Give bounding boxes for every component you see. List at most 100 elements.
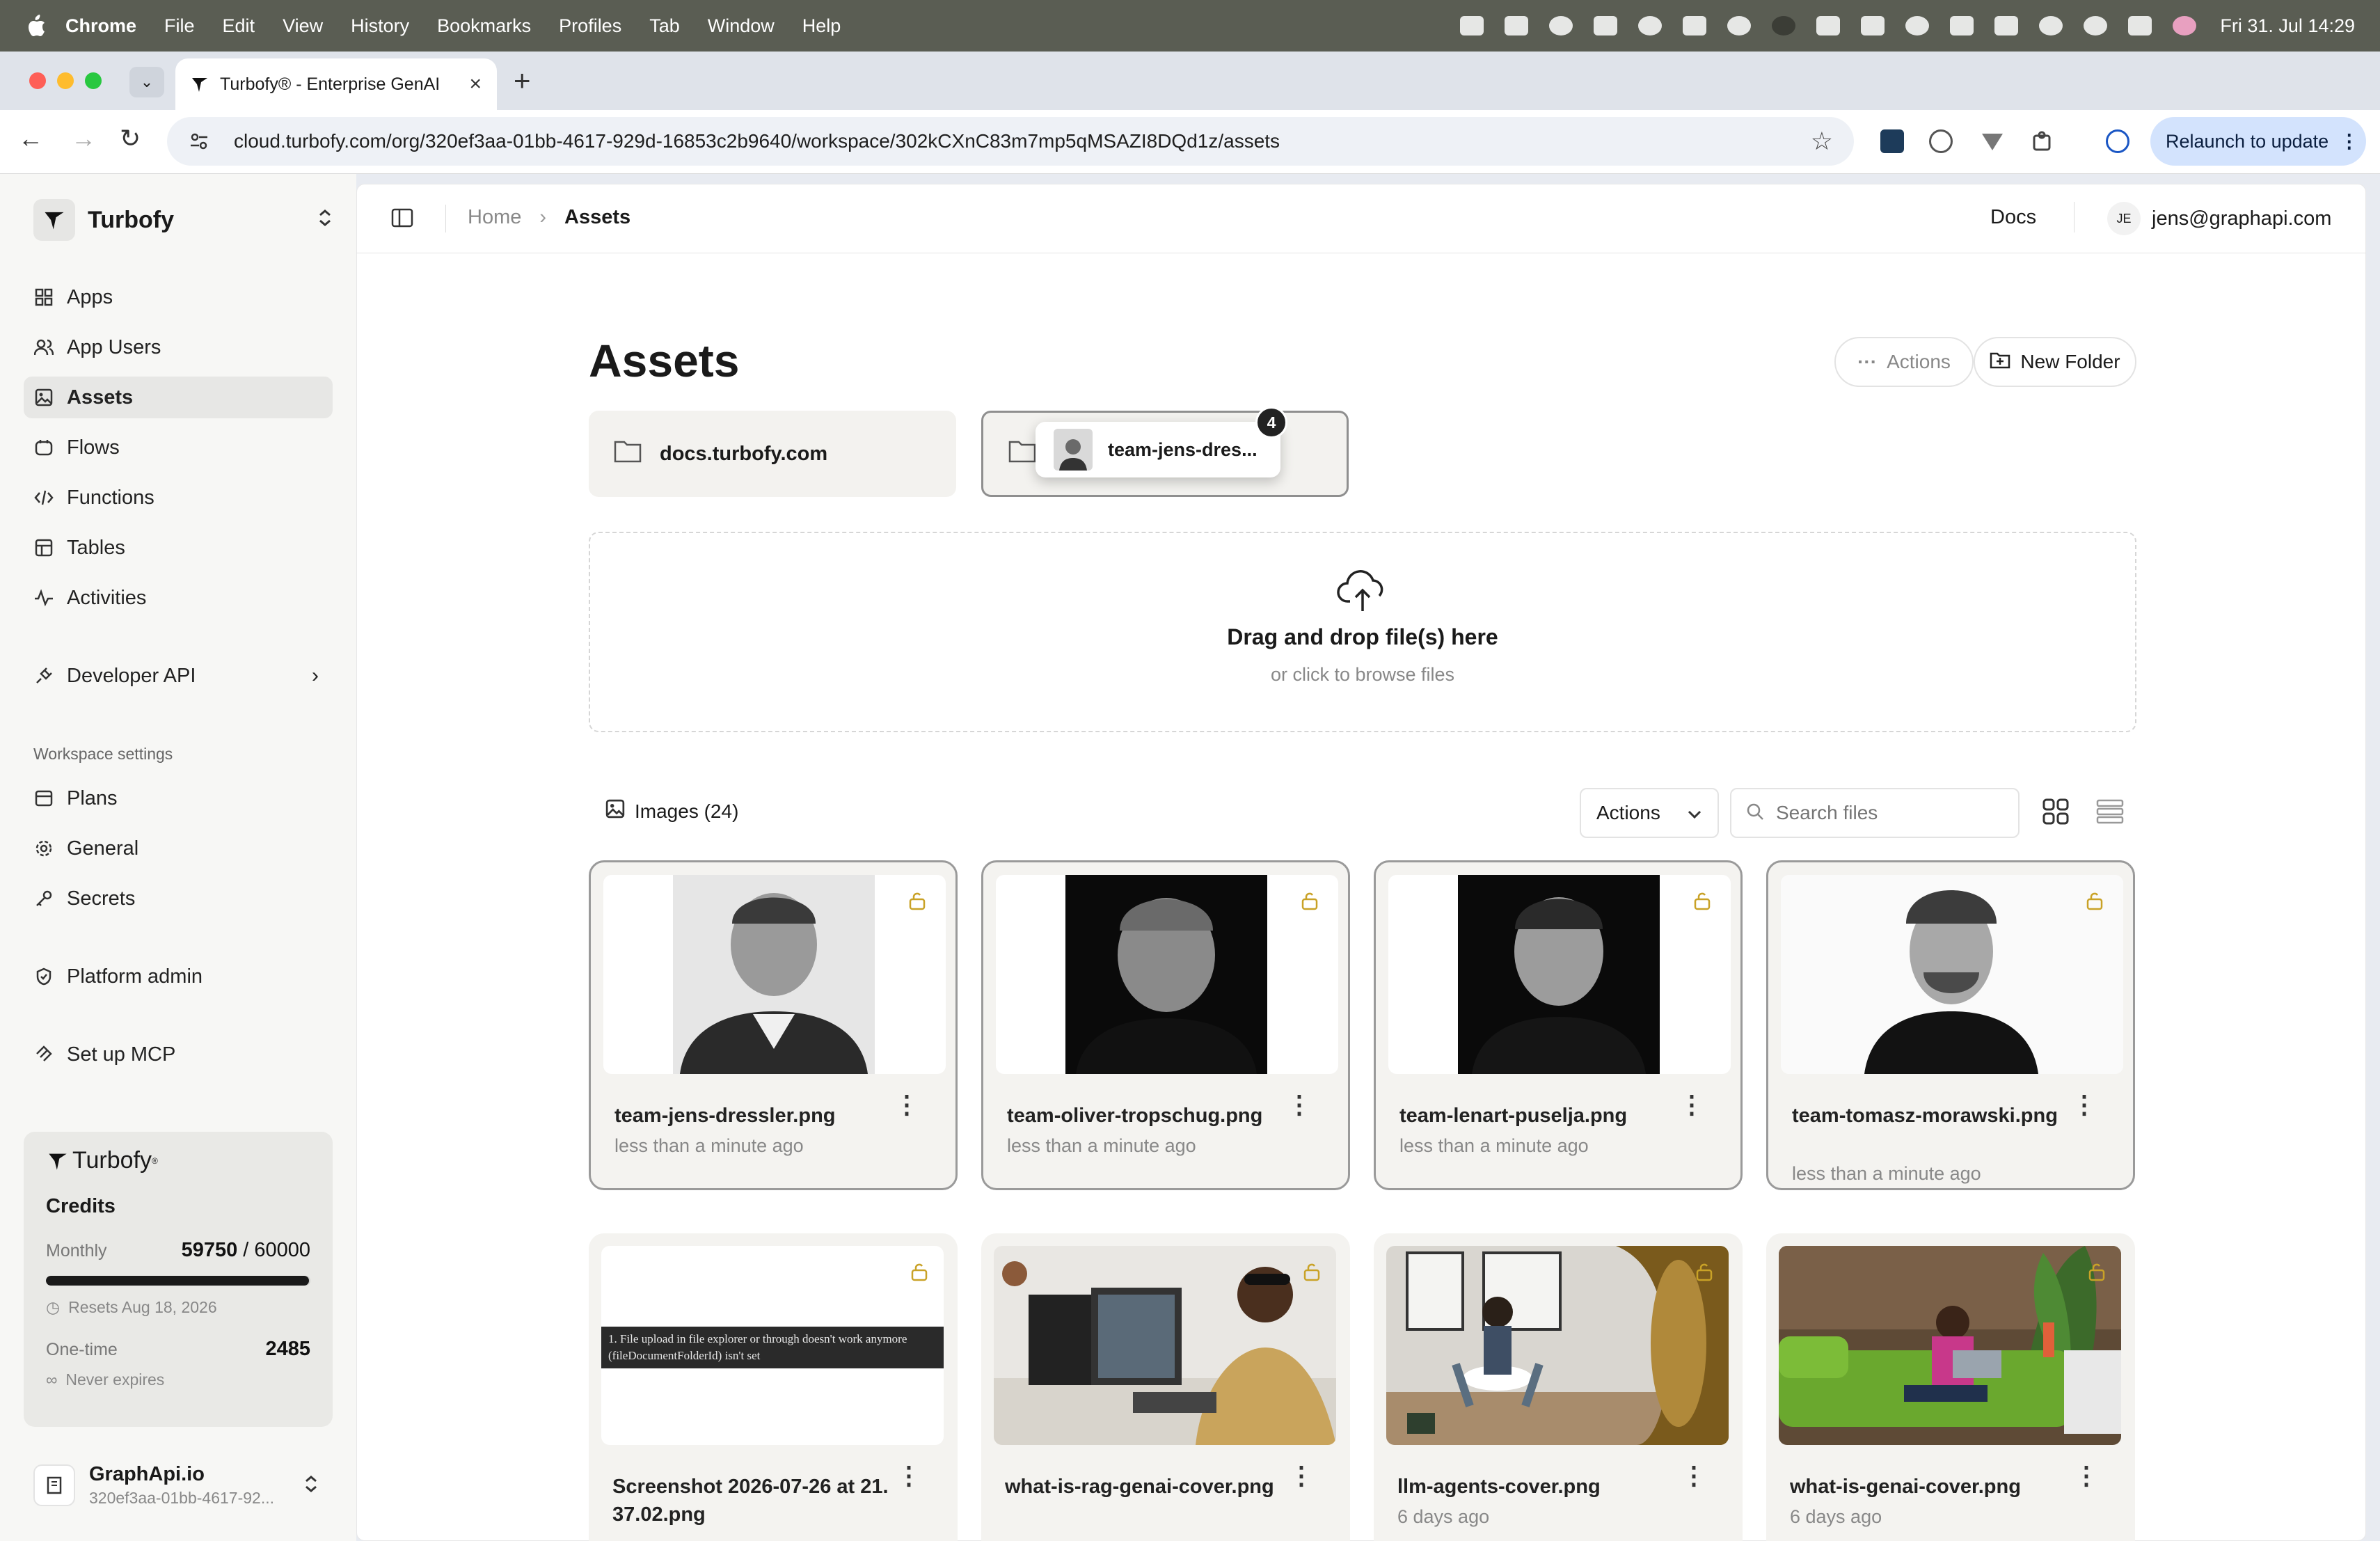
sidebar-item-general[interactable]: General bbox=[24, 828, 333, 869]
unlock-icon[interactable] bbox=[907, 890, 928, 911]
sidebar-item-setup-mcp[interactable]: Set up MCP bbox=[24, 1034, 333, 1075]
window-minimize-button[interactable] bbox=[57, 72, 74, 89]
spotlight-search-icon[interactable] bbox=[2084, 16, 2108, 35]
tab-search-button[interactable]: ⌄ bbox=[129, 67, 164, 97]
tray-dark-icon[interactable] bbox=[1772, 16, 1796, 35]
tray-split-icon[interactable] bbox=[1816, 16, 1841, 35]
user-menu[interactable]: JE jens@graphapi.com bbox=[2107, 202, 2331, 235]
menu-profiles[interactable]: Profiles bbox=[559, 15, 621, 37]
file-card[interactable]: team-tomasz-morawski.png less than a min… bbox=[1766, 860, 2135, 1190]
search-files-field[interactable] bbox=[1730, 788, 2020, 838]
sidebar-item-plans[interactable]: Plans bbox=[24, 777, 333, 819]
sidebar-item-functions[interactable]: Functions bbox=[24, 477, 333, 519]
toggle-sidebar-icon[interactable] bbox=[391, 207, 413, 232]
sidebar-item-apps[interactable]: Apps bbox=[24, 276, 333, 318]
menu-tab[interactable]: Tab bbox=[649, 15, 680, 37]
unlock-icon[interactable] bbox=[2086, 1261, 2107, 1282]
bookmark-star-icon[interactable]: ☆ bbox=[1811, 127, 1833, 156]
menu-bookmarks[interactable]: Bookmarks bbox=[437, 15, 531, 37]
grid-view-icon[interactable] bbox=[2042, 798, 2070, 829]
sidebar-item-platform-admin[interactable]: Platform admin bbox=[24, 956, 333, 997]
new-tab-button[interactable]: + bbox=[514, 64, 531, 97]
file-card[interactable]: llm-agents-cover.png 6 days ago ⋮ bbox=[1374, 1233, 1743, 1541]
back-icon[interactable]: ← bbox=[18, 124, 43, 153]
unlock-icon[interactable] bbox=[1299, 890, 1320, 911]
file-card[interactable]: what-is-genai-cover.png 6 days ago ⋮ bbox=[1766, 1233, 2135, 1541]
unlock-icon[interactable] bbox=[1301, 1261, 1322, 1282]
menu-edit[interactable]: Edit bbox=[223, 15, 255, 37]
more-vertical-icon[interactable]: ⋮ bbox=[896, 1463, 921, 1488]
more-vertical-icon[interactable]: ⋮ bbox=[2074, 1463, 2099, 1488]
more-vertical-icon[interactable]: ⋮ bbox=[1679, 1092, 1704, 1117]
actions-button[interactable]: ··· Actions bbox=[1834, 337, 1974, 387]
tray-meter-icon[interactable] bbox=[1994, 16, 2019, 35]
menu-history[interactable]: History bbox=[351, 15, 409, 37]
wifi-icon[interactable] bbox=[1905, 16, 1930, 35]
tray-openai-icon[interactable] bbox=[1638, 16, 1663, 35]
tray-box-icon[interactable] bbox=[1505, 16, 1529, 35]
site-info-icon[interactable] bbox=[188, 130, 210, 152]
forward-icon[interactable]: → bbox=[71, 124, 96, 153]
more-vertical-icon[interactable]: ⋮ bbox=[1289, 1463, 1314, 1488]
actions-select[interactable]: Actions bbox=[1580, 788, 1719, 838]
apple-icon[interactable] bbox=[26, 15, 47, 36]
tray-drive-icon[interactable] bbox=[1460, 16, 1484, 35]
menu-help[interactable]: Help bbox=[802, 15, 841, 37]
battery-icon[interactable] bbox=[1861, 16, 1885, 35]
breadcrumb-home[interactable]: Home bbox=[468, 206, 521, 229]
file-card[interactable]: 1. File upload in file explorer or throu… bbox=[589, 1233, 958, 1541]
unlock-icon[interactable] bbox=[1692, 890, 1713, 911]
unlock-icon[interactable] bbox=[2084, 890, 2105, 911]
menu-app-name[interactable]: Chrome bbox=[65, 15, 136, 37]
file-card[interactable]: what-is-rag-genai-cover.png ⋮ bbox=[981, 1233, 1350, 1541]
url-text[interactable]: cloud.turbofy.com/org/320ef3aa-01bb-4617… bbox=[234, 130, 1811, 152]
tab-close-icon[interactable]: × bbox=[469, 72, 482, 96]
menu-file[interactable]: File bbox=[164, 15, 195, 37]
sidebar-item-flows[interactable]: Flows bbox=[24, 427, 333, 468]
menu-view[interactable]: View bbox=[283, 15, 323, 37]
extensions-puzzle-icon[interactable] bbox=[2031, 129, 2054, 153]
extension-a-icon[interactable] bbox=[1929, 129, 1953, 153]
file-card[interactable]: team-oliver-tropschug.png less than a mi… bbox=[981, 860, 1350, 1190]
sidebar-item-assets[interactable]: Assets bbox=[24, 377, 333, 418]
workspace-switcher[interactable]: GraphApi.io 320ef3aa-01bb-4617-92... bbox=[24, 1452, 333, 1519]
extension-react-icon[interactable] bbox=[1880, 129, 1904, 153]
extension-vue-icon[interactable] bbox=[1981, 129, 2004, 153]
window-close-button[interactable] bbox=[29, 72, 46, 89]
tray-clock-icon[interactable] bbox=[2039, 16, 2063, 35]
tray-figma-icon[interactable] bbox=[1594, 16, 1618, 35]
more-vertical-icon[interactable]: ⋮ bbox=[1681, 1463, 1706, 1488]
tray-assistant-icon[interactable] bbox=[1727, 16, 1752, 35]
sidebar-item-tables[interactable]: Tables bbox=[24, 527, 333, 569]
sidebar-item-activities[interactable]: Activities bbox=[24, 577, 333, 619]
new-folder-button[interactable]: New Folder bbox=[1974, 337, 2136, 387]
more-vertical-icon[interactable]: ⋮ bbox=[2072, 1092, 2097, 1117]
file-dropzone[interactable]: Drag and drop file(s) here or click to b… bbox=[589, 532, 2136, 732]
file-card[interactable]: team-jens-dressler.png less than a minut… bbox=[589, 860, 958, 1190]
tray-sparkle-icon[interactable] bbox=[1549, 16, 1573, 35]
control-center-icon[interactable] bbox=[2128, 16, 2152, 35]
profile-icon[interactable] bbox=[2106, 129, 2129, 153]
workspace-brand-switcher[interactable]: Turbofy bbox=[33, 198, 333, 242]
keyboard-input-icon[interactable] bbox=[1950, 16, 1974, 35]
siri-icon[interactable] bbox=[2173, 16, 2197, 35]
unlock-icon[interactable] bbox=[909, 1261, 930, 1282]
tray-dropbox-icon[interactable] bbox=[1683, 16, 1707, 35]
menu-clock[interactable]: Fri 31. Jul 14:29 bbox=[2220, 15, 2355, 37]
more-vertical-icon[interactable]: ⋮ bbox=[1287, 1092, 1312, 1117]
docs-link[interactable]: Docs bbox=[1990, 206, 2036, 229]
more-vertical-icon[interactable]: ⋮ bbox=[894, 1092, 919, 1117]
unlock-icon[interactable] bbox=[1694, 1261, 1715, 1282]
relaunch-button[interactable]: Relaunch to update ⋮ bbox=[2150, 117, 2366, 166]
file-card[interactable]: team-lenart-puselja.png less than a minu… bbox=[1374, 860, 1743, 1190]
reload-icon[interactable]: ↻ bbox=[120, 124, 141, 153]
browser-tab-active[interactable]: Turbofy® - Enterprise GenAI × bbox=[175, 58, 497, 110]
window-zoom-button[interactable] bbox=[85, 72, 102, 89]
sidebar-item-app-users[interactable]: App Users bbox=[24, 326, 333, 368]
folder-card[interactable]: docs.turbofy.com bbox=[589, 411, 956, 497]
address-bar[interactable]: cloud.turbofy.com/org/320ef3aa-01bb-4617… bbox=[167, 117, 1854, 166]
list-view-icon[interactable] bbox=[2096, 798, 2124, 829]
menu-window[interactable]: Window bbox=[708, 15, 775, 37]
sidebar-item-developer-api[interactable]: Developer API › bbox=[24, 655, 333, 697]
sidebar-item-secrets[interactable]: Secrets bbox=[24, 878, 333, 919]
